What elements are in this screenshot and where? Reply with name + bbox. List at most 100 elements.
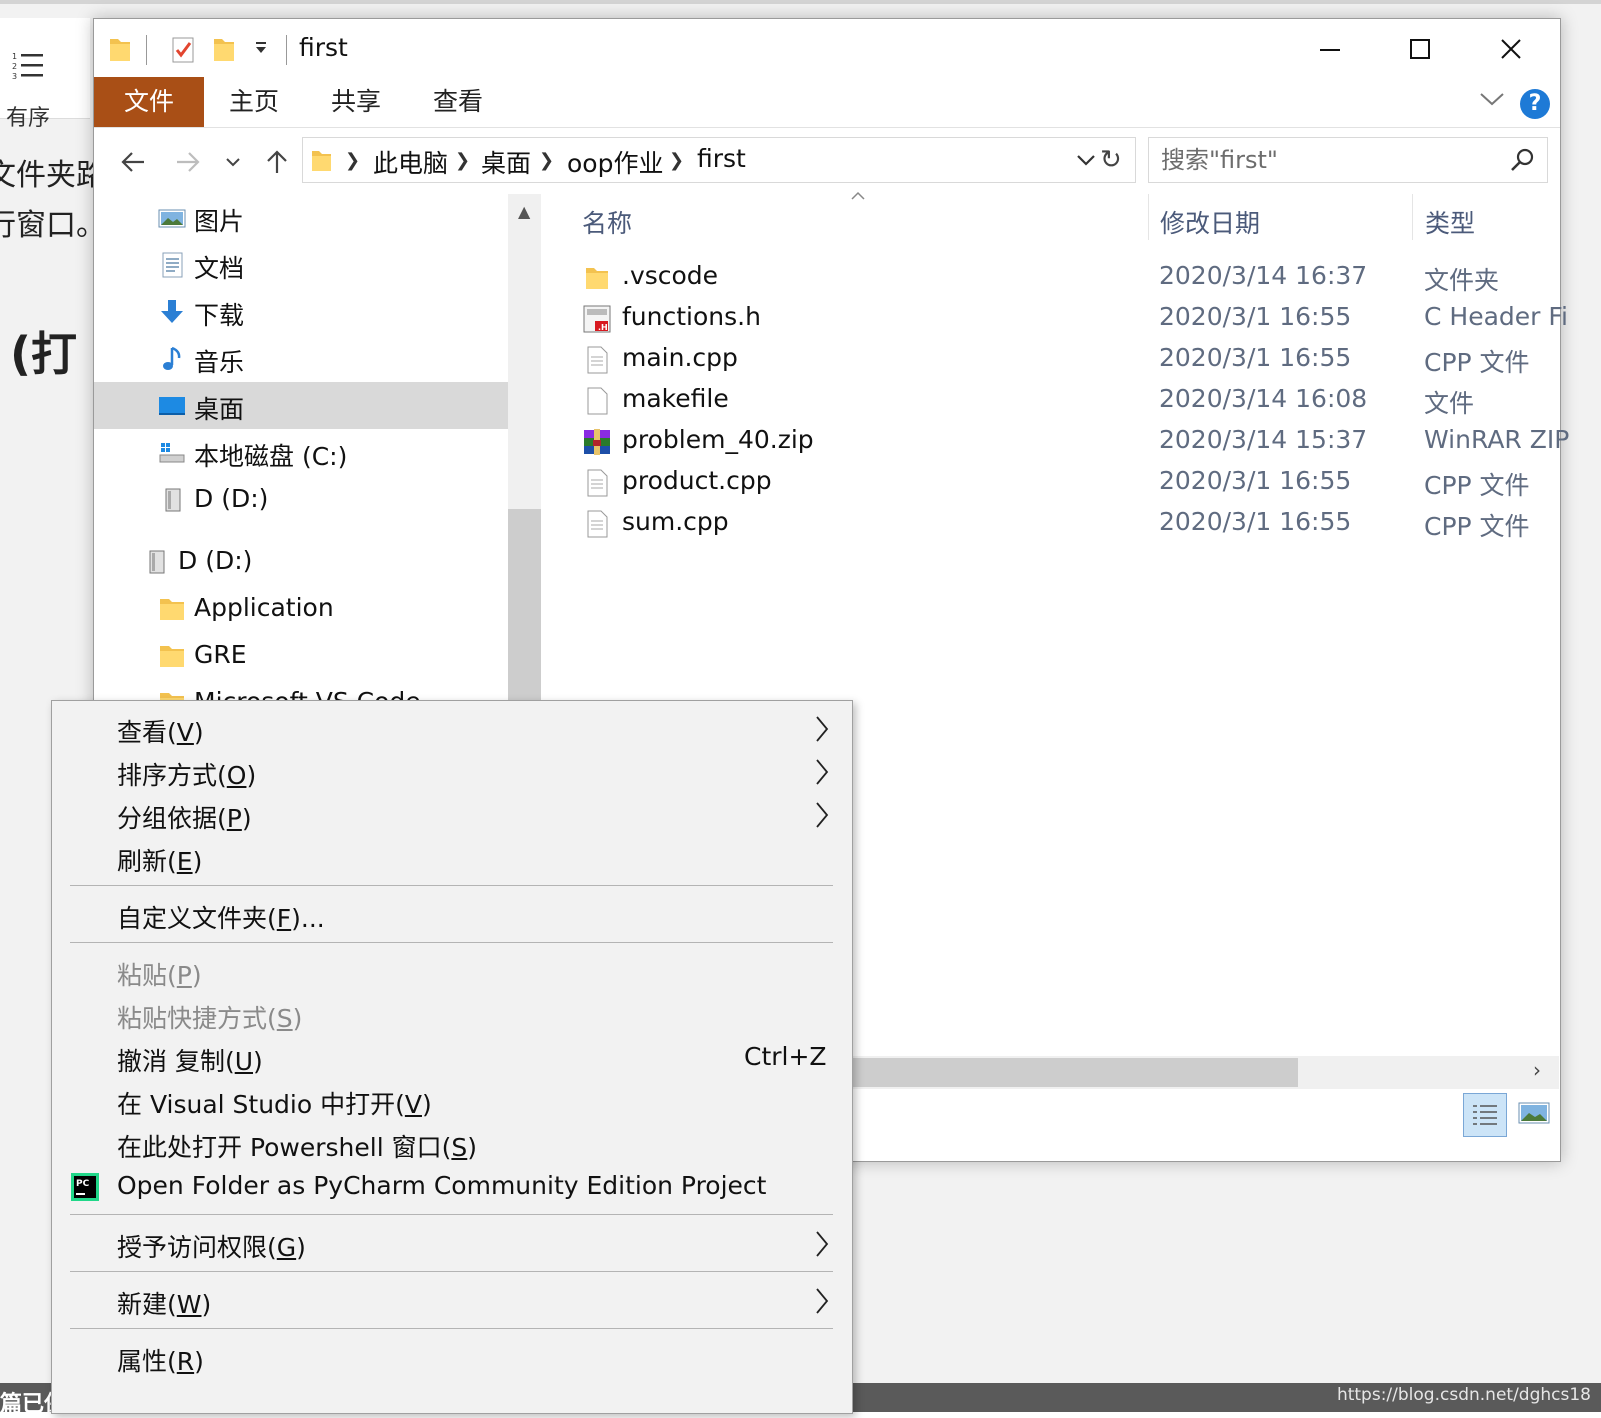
nav-item-label: 音乐: [194, 348, 245, 377]
maximize-icon: [1410, 39, 1430, 59]
menu-item-refresh[interactable]: 刷新(E): [52, 836, 850, 879]
nav-item-drive-d-root[interactable]: D (D:): [94, 538, 508, 585]
menu-separator: [70, 1271, 833, 1272]
back-button[interactable]: [114, 137, 154, 187]
search-icon[interactable]: [1509, 146, 1537, 174]
search-box[interactable]: [1148, 137, 1548, 183]
close-button[interactable]: [1466, 19, 1556, 77]
menu-item-view[interactable]: 查看(V): [52, 707, 850, 750]
scrollbar-thumb[interactable]: [851, 1058, 1298, 1087]
scroll-up-arrow-icon[interactable]: ▲: [518, 202, 530, 221]
customize-toolbar-dropdown-icon[interactable]: [254, 41, 268, 55]
menu-item-undo-copy[interactable]: 撤消 复制(U) Ctrl+Z: [52, 1036, 850, 1079]
address-history-dropdown-icon[interactable]: [1073, 148, 1099, 172]
recent-locations-button[interactable]: [218, 137, 248, 187]
tab-file[interactable]: 文件: [94, 77, 204, 127]
file-row[interactable]: main.cpp 2020/3/1 16:55 CPP 文件: [572, 339, 1560, 380]
maximize-button[interactable]: [1376, 19, 1466, 77]
ordered-list-icon[interactable]: 1 2 3: [12, 50, 46, 82]
address-bar[interactable]: ❯ 此电脑 ❯ 桌面 ❯ oop作业 ❯ first: [302, 137, 1136, 183]
nav-item-label: 文档: [194, 254, 245, 283]
breadcrumb-separator: ❯: [455, 150, 471, 171]
context-menu: 查看(V) 排序方式(O) 分组依据(P) 刷新(E) 自定义文件夹(F)...…: [51, 700, 853, 1414]
nav-item-gre[interactable]: GRE: [94, 632, 508, 679]
help-icon[interactable]: ?: [1520, 89, 1550, 119]
expand-ribbon-chevron-icon[interactable]: [1478, 89, 1506, 109]
nav-item-music[interactable]: 音乐: [94, 335, 508, 382]
menu-item-properties[interactable]: 属性(R): [52, 1336, 850, 1379]
file-row[interactable]: problem_40.zip 2020/3/14 15:37 WinRAR ZI…: [572, 421, 1569, 462]
breadcrumb-desktop[interactable]: 桌面: [481, 144, 531, 180]
menu-item-label: 属性(R): [117, 1347, 204, 1376]
folder-icon: [586, 268, 608, 289]
column-divider[interactable]: [1148, 194, 1149, 240]
file-row[interactable]: .vscode 2020/3/14 16:37 文件夹: [572, 257, 1560, 298]
file-type: 文件: [1424, 389, 1475, 418]
pictures-icon: [158, 209, 186, 228]
refresh-icon[interactable]: ↻: [1100, 145, 1122, 175]
menu-item-sort[interactable]: 排序方式(O): [52, 750, 850, 793]
menu-item-paste-shortcut[interactable]: 粘贴快捷方式(S): [52, 993, 850, 1036]
chevron-right-icon: [816, 1288, 829, 1314]
breadcrumb-this-pc[interactable]: 此电脑: [373, 144, 448, 180]
nav-item-label: 本地磁盘 (C:): [194, 442, 348, 471]
navigation-scrollbar[interactable]: ▲: [508, 194, 541, 704]
menu-item-new[interactable]: 新建(W): [52, 1279, 850, 1322]
chevron-down-icon: [226, 158, 240, 167]
file-name: sum.cpp: [622, 507, 729, 536]
title-bar[interactable]: first: [94, 19, 1560, 77]
horizontal-scrollbar[interactable]: ›: [851, 1056, 1559, 1089]
text-file-icon: [587, 510, 608, 538]
tab-home[interactable]: 主页: [204, 77, 304, 127]
menu-item-open-powershell[interactable]: 在此处打开 Powershell 窗口(S): [52, 1122, 850, 1165]
large-icons-view-button[interactable]: [1513, 1093, 1555, 1135]
search-input[interactable]: [1159, 143, 1503, 177]
menu-item-label: 查看(V): [117, 718, 204, 747]
header-file-icon: .H: [583, 305, 611, 333]
nav-item-downloads[interactable]: 下载: [94, 288, 508, 335]
nav-item-desktop[interactable]: 桌面: [94, 382, 508, 429]
menu-item-open-pycharm[interactable]: PC Open Folder as PyCharm Community Edit…: [52, 1165, 850, 1208]
file-type: CPP 文件: [1424, 471, 1530, 500]
scroll-right-arrow-icon[interactable]: ›: [1533, 1058, 1541, 1082]
menu-item-group-by[interactable]: 分组依据(P): [52, 793, 850, 836]
menu-separator: [70, 1214, 833, 1215]
column-header-modified[interactable]: 修改日期: [1160, 204, 1260, 240]
tab-view[interactable]: 查看: [408, 77, 508, 127]
up-button[interactable]: [257, 137, 297, 187]
column-header-type[interactable]: 类型: [1425, 204, 1475, 240]
file-row[interactable]: product.cpp 2020/3/1 16:55 CPP 文件: [572, 462, 1560, 503]
breadcrumb-oop[interactable]: oop作业: [567, 144, 663, 180]
nav-item-label: 图片: [194, 207, 245, 236]
breadcrumb-first[interactable]: first: [697, 144, 746, 173]
menu-item-open-visual-studio[interactable]: 在 Visual Studio 中打开(V): [52, 1079, 850, 1122]
file-date: 2020/3/1 16:55: [1159, 466, 1352, 495]
chevron-right-icon: [816, 716, 829, 742]
new-folder-icon[interactable]: [212, 35, 236, 63]
menu-item-label: 粘贴(P): [117, 961, 202, 990]
nav-item-application[interactable]: Application: [94, 585, 508, 632]
scrollbar-thumb[interactable]: [508, 509, 541, 704]
tab-share[interactable]: 共享: [306, 77, 406, 127]
minimize-button[interactable]: [1286, 19, 1376, 77]
file-type: C Header Fi: [1424, 302, 1568, 331]
file-row[interactable]: sum.cpp 2020/3/1 16:55 CPP 文件: [572, 503, 1560, 544]
nav-item-drive-c[interactable]: 本地磁盘 (C:): [94, 429, 508, 476]
background-top-border: [0, 0, 1601, 4]
forward-button[interactable]: [169, 137, 209, 187]
download-icon: [161, 300, 183, 323]
svg-text:3: 3: [12, 72, 17, 81]
file-row[interactable]: makefile 2020/3/14 16:08 文件: [572, 380, 1560, 421]
text-file-icon: [587, 346, 608, 374]
nav-item-documents[interactable]: 文档: [94, 241, 508, 288]
menu-item-paste[interactable]: 粘贴(P): [52, 950, 850, 993]
file-row[interactable]: .H functions.h 2020/3/1 16:55 C Header F…: [572, 298, 1568, 339]
details-view-button[interactable]: [1463, 1093, 1507, 1137]
nav-item-drive-d[interactable]: D (D:): [94, 476, 508, 523]
column-header-name[interactable]: 名称: [582, 204, 632, 240]
menu-item-give-access[interactable]: 授予访问权限(G): [52, 1222, 850, 1265]
nav-item-pictures[interactable]: 图片: [94, 194, 508, 241]
column-divider[interactable]: [1412, 194, 1413, 240]
properties-check-icon[interactable]: [170, 35, 196, 65]
menu-item-customize-folder[interactable]: 自定义文件夹(F)...: [52, 893, 850, 936]
